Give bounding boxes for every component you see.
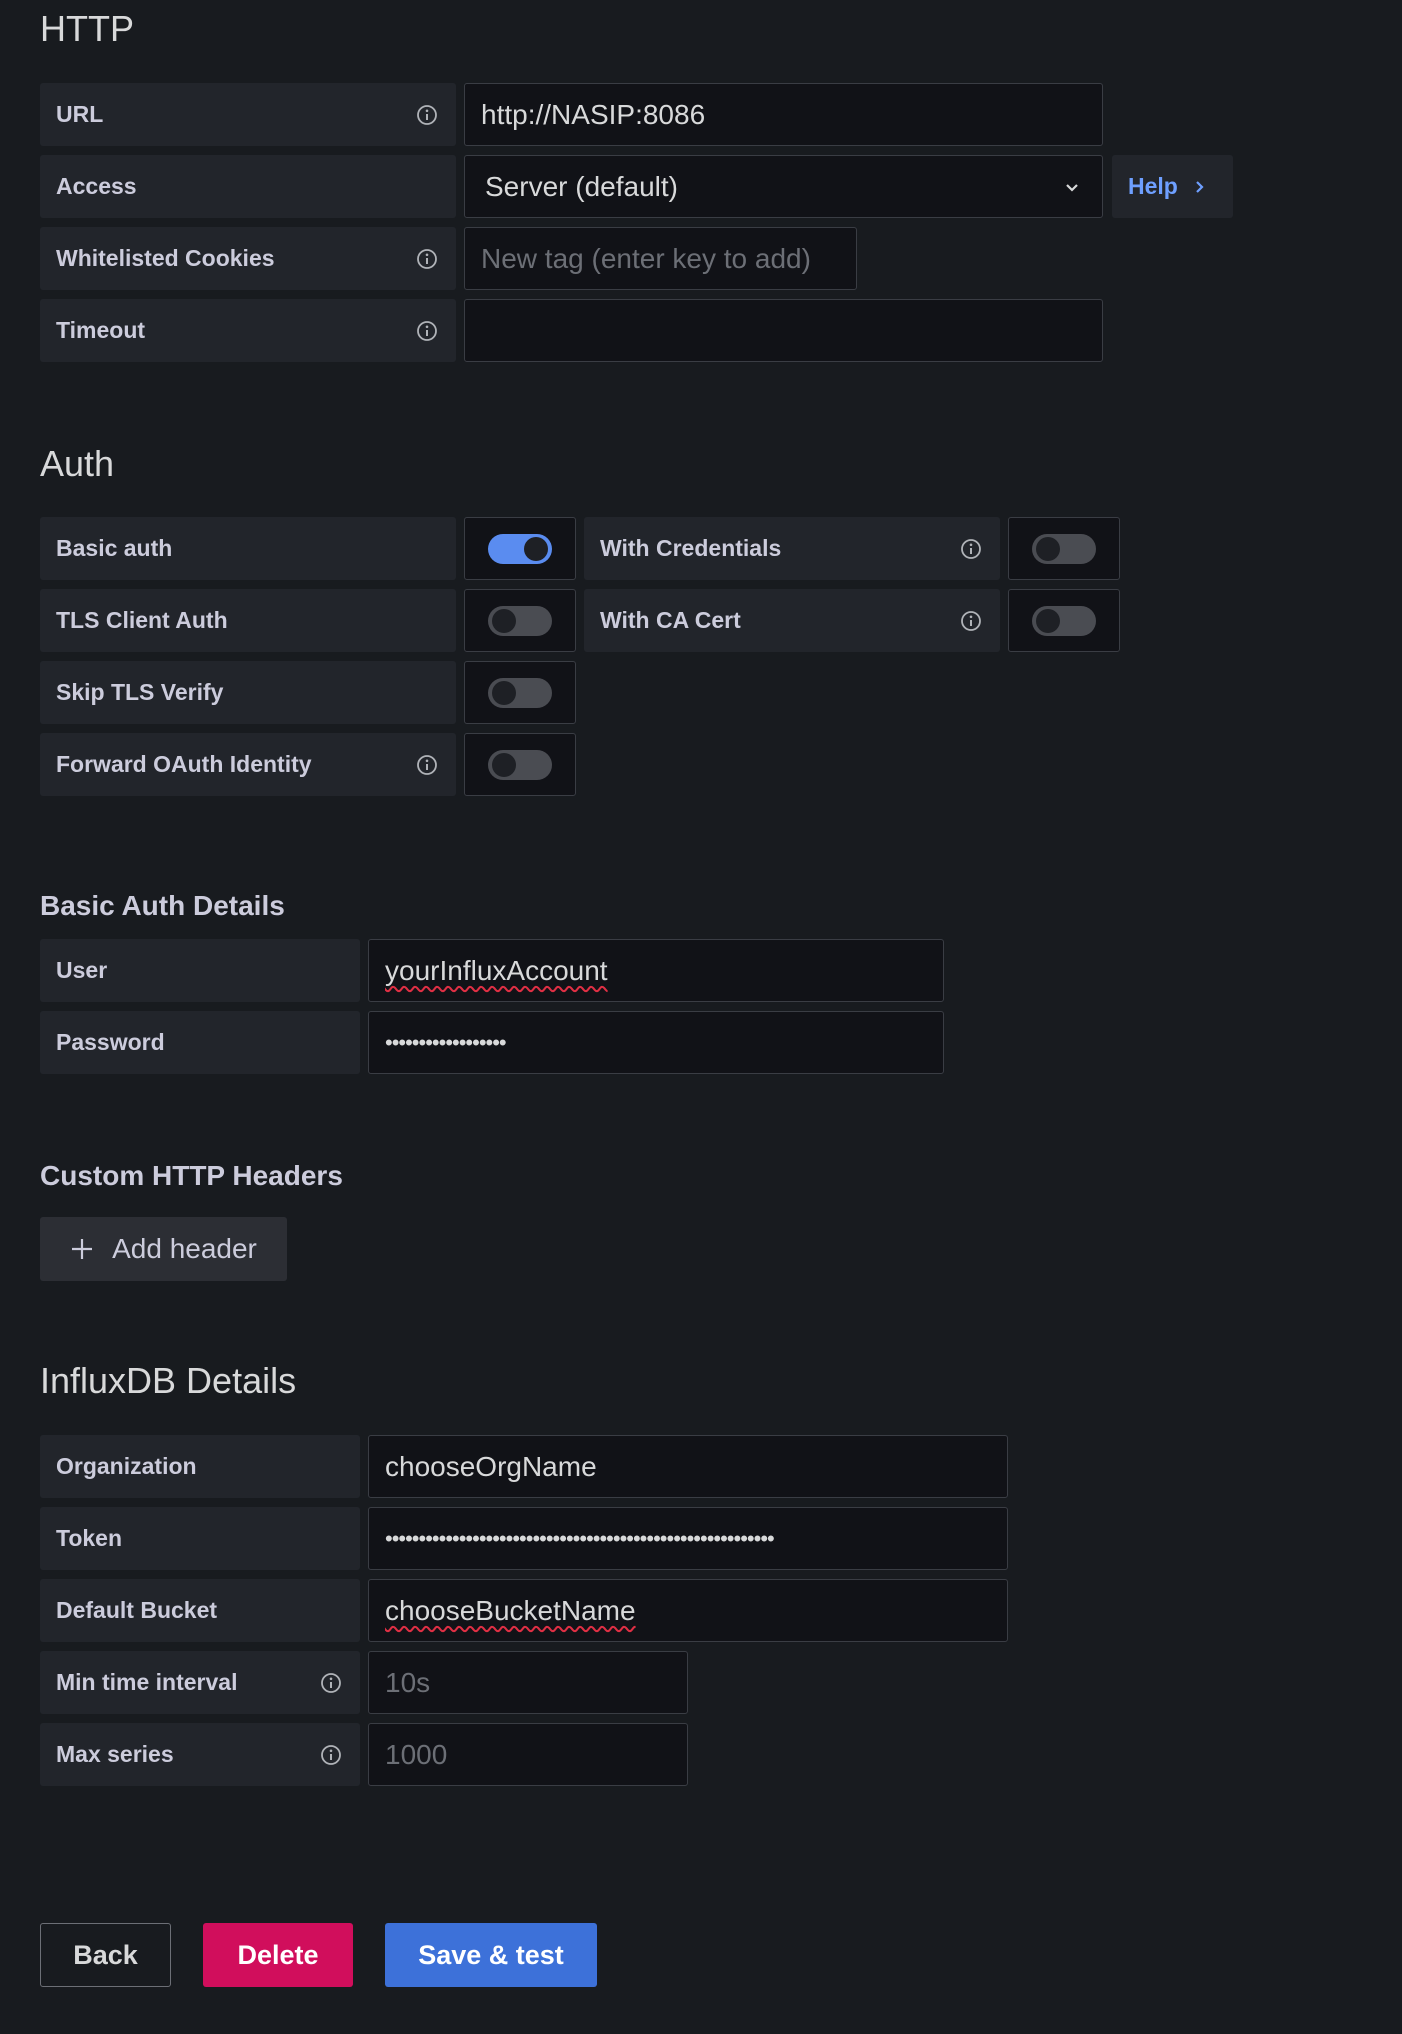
info-icon[interactable] (960, 538, 982, 560)
custom-headers-title: Custom HTTP Headers (40, 1160, 343, 1191)
plus-icon (72, 1239, 93, 1259)
url-input[interactable]: http://NASIP:8086 (464, 83, 1103, 146)
organization-label: Organization (40, 1435, 360, 1498)
password-input[interactable]: •••••••••••••••••• (368, 1011, 944, 1074)
basic-auth-label: Basic auth (40, 517, 456, 580)
organization-input[interactable]: chooseOrgName (368, 1435, 1008, 1498)
with-credentials-label: With Credentials (584, 517, 1000, 580)
access-label: Access (40, 155, 456, 218)
chevron-down-icon (1066, 184, 1078, 192)
cookies-tag-input[interactable]: New tag (enter key to add) (464, 227, 857, 290)
forward-oauth-label: Forward OAuth Identity (40, 733, 456, 796)
basic-auth-toggle-box (464, 517, 576, 580)
token-label: Token (40, 1507, 360, 1570)
info-icon[interactable] (416, 320, 438, 342)
skip-tls-verify-toggle-box (464, 661, 576, 724)
skip-tls-verify-toggle[interactable] (488, 677, 552, 708)
help-button[interactable]: Help (1112, 155, 1233, 218)
back-button[interactable]: Back (40, 1923, 171, 1987)
max-series-label: Max series (40, 1723, 360, 1786)
add-header-button[interactable]: Add header (40, 1217, 287, 1281)
info-icon[interactable] (416, 104, 438, 126)
with-ca-cert-toggle[interactable] (1032, 605, 1096, 636)
chevron-right-icon (1196, 180, 1204, 193)
access-select[interactable]: Server (default) (464, 155, 1103, 218)
min-time-interval-label: Min time interval (40, 1651, 360, 1714)
default-bucket-label: Default Bucket (40, 1579, 360, 1642)
info-icon[interactable] (320, 1744, 342, 1766)
skip-tls-verify-label: Skip TLS Verify (40, 661, 456, 724)
timeout-label: Timeout (40, 299, 456, 362)
delete-button[interactable]: Delete (203, 1923, 353, 1987)
user-input[interactable]: yourInfluxAccount (368, 939, 944, 1002)
tls-client-auth-label: TLS Client Auth (40, 589, 456, 652)
info-icon[interactable] (960, 610, 982, 632)
with-ca-cert-toggle-box (1008, 589, 1120, 652)
with-credentials-toggle[interactable] (1032, 533, 1096, 564)
min-time-interval-input[interactable]: 10s (368, 1651, 688, 1714)
influxdb-section-title: InfluxDB Details (40, 1360, 297, 1401)
save-test-button[interactable]: Save & test (385, 1923, 597, 1987)
url-label: URL (40, 83, 456, 146)
auth-section-title: Auth (40, 443, 115, 484)
user-label: User (40, 939, 360, 1002)
info-icon[interactable] (416, 754, 438, 776)
forward-oauth-toggle-box (464, 733, 576, 796)
with-credentials-toggle-box (1008, 517, 1120, 580)
whitelisted-cookies-label: Whitelisted Cookies (40, 227, 456, 290)
forward-oauth-toggle[interactable] (488, 749, 552, 780)
max-series-input[interactable]: 1000 (368, 1723, 688, 1786)
token-input[interactable]: ••••••••••••••••••••••••••••••••••••••••… (368, 1507, 1008, 1570)
info-icon[interactable] (416, 248, 438, 270)
timeout-input[interactable] (464, 299, 1103, 362)
with-ca-cert-label: With CA Cert (584, 589, 1000, 652)
tls-client-auth-toggle[interactable] (488, 605, 552, 636)
tls-client-auth-toggle-box (464, 589, 576, 652)
info-icon[interactable] (320, 1672, 342, 1694)
basic-auth-toggle[interactable] (488, 533, 552, 564)
basic-auth-details-title: Basic Auth Details (40, 890, 285, 921)
default-bucket-input[interactable]: chooseBucketName (368, 1579, 1008, 1642)
http-section-title: HTTP (40, 8, 134, 49)
password-label: Password (40, 1011, 360, 1074)
